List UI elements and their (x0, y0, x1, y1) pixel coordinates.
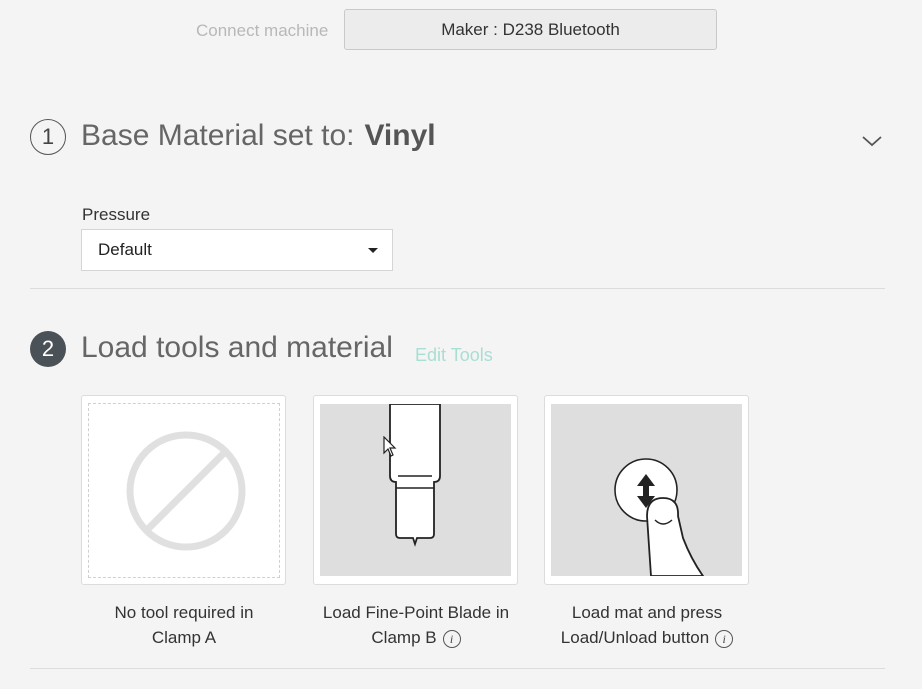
clamp-b-line1: Load Fine-Point Blade in (322, 603, 510, 622)
clamp-a-line1: No tool required in (114, 603, 254, 622)
clamp-b-line2: Clamp B (371, 628, 437, 647)
step-1-badge: 1 (30, 119, 66, 155)
tool-card-clamp-a (81, 395, 286, 585)
load-mat-line1: Load mat and press (571, 603, 723, 622)
chevron-down-icon[interactable] (861, 134, 883, 148)
pressure-select[interactable]: Default (81, 229, 393, 271)
clamp-b-caption: Load Fine-Point Blade in Clamp B i (296, 600, 536, 650)
info-icon[interactable]: i (442, 629, 461, 648)
connect-machine-label: Connect machine (196, 21, 329, 40)
load-mat-line2: Load/Unload button (560, 628, 710, 647)
base-material-value: Vinyl (364, 119, 436, 152)
edit-tools-link[interactable]: Edit Tools (415, 345, 493, 366)
fine-point-blade-icon (320, 403, 511, 576)
machine-select-button[interactable]: Maker : D238 Bluetooth (344, 9, 717, 50)
pressure-value: Default (98, 240, 152, 259)
pressure-label: Pressure (82, 205, 151, 224)
mouse-cursor-icon (383, 436, 397, 457)
clamp-a-caption: No tool required in Clamp A (64, 600, 304, 650)
load-mat-card (544, 395, 749, 585)
section-divider (30, 288, 885, 289)
no-tool-icon (88, 403, 280, 578)
tool-card-clamp-b (313, 395, 518, 585)
caret-down-icon (368, 248, 378, 253)
step-2-badge: 2 (30, 331, 66, 367)
base-material-heading: Base Material set to: Vinyl (81, 119, 436, 153)
section-divider (30, 668, 885, 669)
load-mat-caption: Load mat and press Load/Unload button i (527, 600, 767, 650)
load-unload-button-icon (551, 404, 742, 577)
machine-name: Maker : D238 Bluetooth (441, 19, 620, 39)
load-tools-title: Load tools and material (81, 331, 393, 364)
base-material-title: Base Material set to: (81, 119, 355, 152)
info-icon[interactable]: i (715, 629, 734, 648)
clamp-a-line2: Clamp A (151, 628, 217, 647)
